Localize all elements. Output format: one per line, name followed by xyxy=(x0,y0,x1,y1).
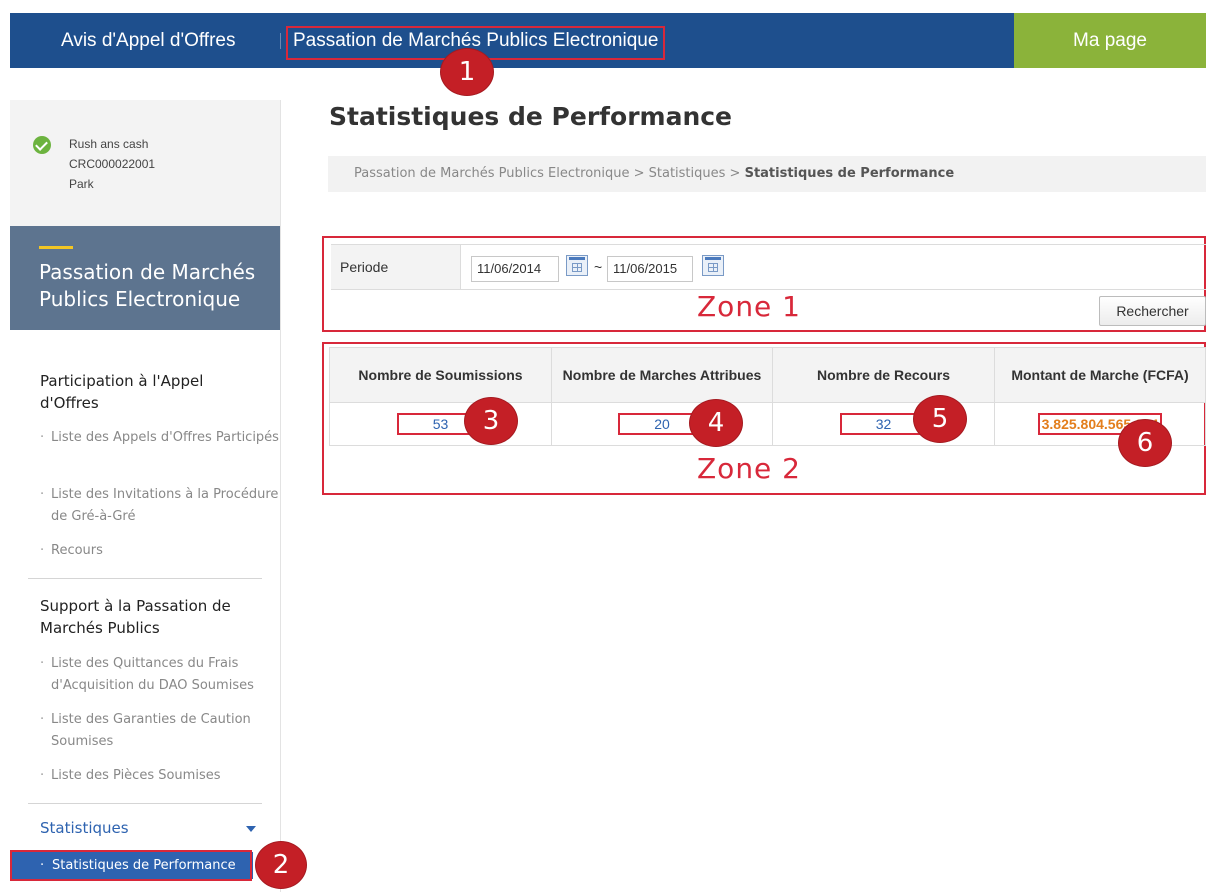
sidebar-section-header: Passation de Marchés Publics Electroniqu… xyxy=(10,226,280,330)
sidebar-section-title: Passation de Marchés Publics Electroniqu… xyxy=(39,260,256,311)
sidebar-item-recours[interactable]: Recours xyxy=(40,540,281,562)
search-button[interactable]: Rechercher xyxy=(1099,296,1206,326)
calendar-icon[interactable] xyxy=(566,255,588,276)
date-to-input[interactable]: 11/06/2015 xyxy=(607,256,693,282)
column-header-marches-attribues: Nombre de Marches Attribues xyxy=(551,347,773,403)
sidebar-item-garanties-caution[interactable]: Liste des Garanties de Caution Soumises xyxy=(40,709,281,753)
user-role: Park xyxy=(69,177,94,191)
nav-separator xyxy=(280,33,281,49)
verified-check-icon xyxy=(33,136,51,154)
sidebar-item-quittances[interactable]: Liste des Quittances du Frais d'Acquisit… xyxy=(40,653,281,697)
annotation-badge-6: 6 xyxy=(1119,420,1171,466)
period-label: Periode xyxy=(331,245,461,289)
annotation-badge-5: 5 xyxy=(914,396,966,442)
column-header-recours: Nombre de Recours xyxy=(772,347,995,403)
sidebar-group-participation[interactable]: Participation à l'Appel d'Offres xyxy=(40,370,260,414)
annotation-zone-1-label: Zone 1 xyxy=(697,290,801,323)
column-header-soumissions: Nombre de Soumissions xyxy=(329,347,552,403)
user-name: Rush ans cash xyxy=(69,137,149,151)
table-row: 53 20 32 3.825.804.565.074 xyxy=(329,402,1206,446)
table-header-row: Nombre de Soumissions Nombre de Marches … xyxy=(329,347,1206,403)
chevron-down-icon[interactable] xyxy=(246,826,256,832)
annotation-zone-2-label: Zone 2 xyxy=(697,452,801,485)
sidebar-item-invitations-gre-a-gre[interactable]: Liste des Invitations à la Procédure de … xyxy=(40,484,281,528)
cell-montant: 3.825.804.565.074 xyxy=(994,402,1206,446)
sidebar-divider xyxy=(28,803,262,804)
user-info-panel: Rush ans cash CRC000022001 Park xyxy=(10,100,280,227)
breadcrumb: Passation de Marchés Publics Electroniqu… xyxy=(328,156,1206,192)
sidebar-group-support[interactable]: Support à la Passation de Marchés Public… xyxy=(40,595,260,639)
ma-page-button[interactable]: Ma page xyxy=(1014,13,1206,68)
annotation-badge-4: 4 xyxy=(690,400,742,446)
sidebar-divider xyxy=(28,578,262,579)
breadcrumb-path[interactable]: Passation de Marchés Publics Electroniqu… xyxy=(354,166,745,181)
cell-soumissions: 53 xyxy=(329,402,552,446)
user-id: CRC000022001 xyxy=(69,157,156,171)
sidebar-item-pieces-soumises[interactable]: Liste des Pièces Soumises xyxy=(40,765,281,787)
period-filter-row: Periode 11/06/2014 ~ 11/06/2015 xyxy=(331,244,1206,290)
annotation-badge-3: 3 xyxy=(465,398,517,444)
calendar-icon[interactable] xyxy=(702,255,724,276)
section-accent-bar xyxy=(39,246,73,249)
sidebar-item-appels-offres-participes[interactable]: Liste des Appels d'Offres Participés xyxy=(40,427,281,449)
date-range-separator: ~ xyxy=(594,259,603,275)
breadcrumb-current: Statistiques de Performance xyxy=(744,166,955,181)
sidebar-group-statistiques[interactable]: Statistiques xyxy=(40,819,129,837)
nav-avis-appel-offres[interactable]: Avis d'Appel d'Offres xyxy=(61,13,235,68)
column-header-montant: Montant de Marche (FCFA) xyxy=(994,347,1206,403)
page-title: Statistiques de Performance xyxy=(329,102,733,131)
annotation-highlight-2 xyxy=(10,850,252,881)
sidebar: Rush ans cash CRC000022001 Park Passatio… xyxy=(10,100,281,892)
date-from-input[interactable]: 11/06/2014 xyxy=(471,256,559,282)
